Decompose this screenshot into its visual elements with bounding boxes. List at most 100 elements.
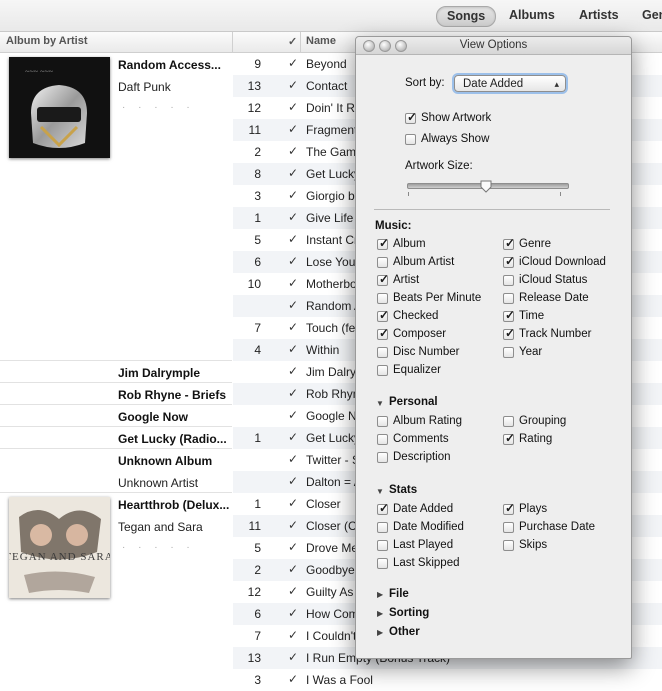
checkbox-box[interactable] (503, 522, 514, 533)
album-group[interactable]: Unknown Album Unknown Artist (0, 449, 232, 493)
close-window-icon[interactable] (363, 40, 375, 52)
track-checked-checkmark-icon[interactable]: ✓ (288, 188, 298, 202)
tab-artists[interactable]: Artists (579, 6, 619, 25)
checkbox-box[interactable] (377, 540, 388, 551)
column-name[interactable]: Name (306, 35, 336, 47)
checkbox-box[interactable] (503, 326, 515, 340)
disclosure-triangle-open-icon[interactable]: ▼ (376, 487, 384, 496)
track-checked-checkmark-icon[interactable]: ✓ (288, 56, 298, 70)
track-checked-checkmark-icon[interactable]: ✓ (288, 562, 298, 576)
album-rating-dots[interactable]: · · · · · (122, 102, 195, 113)
checkbox-box[interactable] (377, 365, 388, 376)
album-group[interactable]: Get Lucky (Radio... (0, 427, 232, 449)
checkbox-box[interactable] (503, 431, 515, 445)
checkbox-box[interactable] (503, 501, 515, 515)
track-checked-checkmark-icon[interactable]: ✓ (288, 210, 298, 224)
view-options-titlebar[interactable]: View Options (356, 37, 631, 55)
track-checked-checkmark-icon[interactable]: ✓ (288, 408, 298, 422)
track-checked-checkmark-icon[interactable]: ✓ (288, 430, 298, 444)
column-album-by-artist[interactable]: Album by Artist (6, 35, 88, 47)
checkbox-box[interactable] (377, 257, 388, 268)
checkbox-box[interactable] (377, 236, 389, 250)
tab-genres[interactable]: Genres (642, 6, 662, 25)
checkbox-box[interactable] (377, 522, 388, 533)
album-artwork-random-access-memories[interactable]: ~~~ ~~~ (9, 57, 110, 158)
track-checked-checkmark-icon[interactable]: ✓ (288, 342, 298, 356)
checkbox-box[interactable] (405, 110, 417, 124)
checkbox-box[interactable] (503, 275, 514, 286)
checkbox-box[interactable] (377, 416, 388, 427)
column-checked[interactable]: ✓ (288, 35, 297, 48)
track-checked-checkmark-icon[interactable]: ✓ (288, 584, 298, 598)
album-artwork-heartthrob[interactable]: TEGAN AND SARA (4, 497, 113, 598)
checkbox-box[interactable] (503, 236, 515, 250)
track-checked-checkmark-icon[interactable]: ✓ (288, 364, 298, 378)
checkbox-box[interactable] (503, 416, 514, 427)
track-checked-checkmark-icon[interactable]: ✓ (288, 122, 298, 136)
checkbox-box[interactable] (377, 434, 388, 445)
checkbox-label: iCloud Status (519, 274, 588, 286)
album-group[interactable]: ~~~ ~~~ Random Access... Daft Punk · · ·… (0, 53, 232, 361)
stats-section-header[interactable]: Stats (389, 484, 417, 496)
track-checked-checkmark-icon[interactable]: ✓ (288, 496, 298, 510)
track-checked-checkmark-icon[interactable]: ✓ (288, 166, 298, 180)
track-checked-checkmark-icon[interactable]: ✓ (288, 276, 298, 290)
sorting-section-header[interactable]: Sorting (389, 607, 429, 619)
tab-songs[interactable]: Songs (436, 6, 497, 27)
album-group[interactable]: Google Now (0, 405, 232, 427)
track-checked-checkmark-icon[interactable]: ✓ (288, 232, 298, 246)
track-checked-checkmark-icon[interactable]: ✓ (288, 78, 298, 92)
minimize-window-icon[interactable] (379, 40, 391, 52)
other-section-header[interactable]: Other (389, 626, 420, 638)
checkbox-box[interactable] (503, 308, 515, 322)
track-checked-checkmark-icon[interactable]: ✓ (288, 606, 298, 620)
track-checked-checkmark-icon[interactable]: ✓ (288, 298, 298, 312)
track-checked-checkmark-icon[interactable]: ✓ (288, 452, 298, 466)
checkbox-label: Skips (519, 539, 548, 551)
disclosure-triangle-open-icon[interactable]: ▼ (376, 399, 384, 408)
checkbox-box[interactable] (377, 326, 389, 340)
checkbox-box[interactable] (503, 254, 515, 268)
disclosure-triangle-closed-icon[interactable]: ▶ (377, 590, 383, 599)
album-group[interactable]: Jim Dalrymple (0, 361, 232, 383)
album-rating-dots[interactable]: · · · · · (122, 542, 195, 553)
sort-by-select[interactable]: Date Added ▴ (454, 75, 566, 92)
tab-albums[interactable]: Albums (509, 6, 555, 25)
personal-section-header[interactable]: Personal (389, 396, 438, 408)
track-checked-checkmark-icon[interactable]: ✓ (288, 386, 298, 400)
checkbox-box[interactable] (377, 347, 388, 358)
track-checked-checkmark-icon[interactable]: ✓ (288, 540, 298, 554)
checkbox-box[interactable] (377, 272, 389, 286)
disclosure-triangle-closed-icon[interactable]: ▶ (377, 628, 383, 637)
artwork-size-slider-thumb[interactable] (480, 180, 492, 193)
track-checked-checkmark-icon[interactable]: ✓ (288, 100, 298, 114)
album-group[interactable]: TEGAN AND SARA Heartthrob (Delux... Tega… (0, 493, 232, 689)
checkbox-box[interactable] (503, 347, 514, 358)
track-checked-checkmark-icon[interactable]: ✓ (288, 144, 298, 158)
checkbox-box[interactable] (503, 293, 514, 304)
checkbox-box[interactable] (503, 540, 514, 551)
checkbox-box[interactable] (377, 452, 388, 463)
checkbox-label: Genre (519, 238, 551, 250)
checkbox-box[interactable] (377, 501, 389, 515)
track-checked-checkmark-icon[interactable]: ✓ (288, 474, 298, 488)
zoom-window-icon[interactable] (395, 40, 407, 52)
track-checked-checkmark-icon[interactable]: ✓ (288, 518, 298, 532)
track-checked-checkmark-icon[interactable]: ✓ (288, 672, 298, 686)
album-group[interactable]: Rob Rhyne - Briefs (0, 383, 232, 405)
file-section-header[interactable]: File (389, 588, 409, 600)
checkbox-box[interactable] (377, 293, 388, 304)
view-options-title: View Options (459, 39, 528, 51)
disclosure-triangle-closed-icon[interactable]: ▶ (377, 609, 383, 618)
table-row[interactable]: 3 ✓ I Was a Fool (233, 669, 662, 691)
checkbox-box[interactable] (377, 308, 389, 322)
track-checked-checkmark-icon[interactable]: ✓ (288, 628, 298, 642)
track-checked-checkmark-icon[interactable]: ✓ (288, 254, 298, 268)
checkbox-label: Rating (519, 433, 553, 445)
checkbox-label: Checked (393, 310, 439, 322)
track-checked-checkmark-icon[interactable]: ✓ (288, 650, 298, 664)
checkbox-box[interactable] (377, 558, 388, 569)
svg-text:~~~ ~~~: ~~~ ~~~ (25, 67, 54, 76)
checkbox-box[interactable] (405, 134, 416, 145)
track-checked-checkmark-icon[interactable]: ✓ (288, 320, 298, 334)
